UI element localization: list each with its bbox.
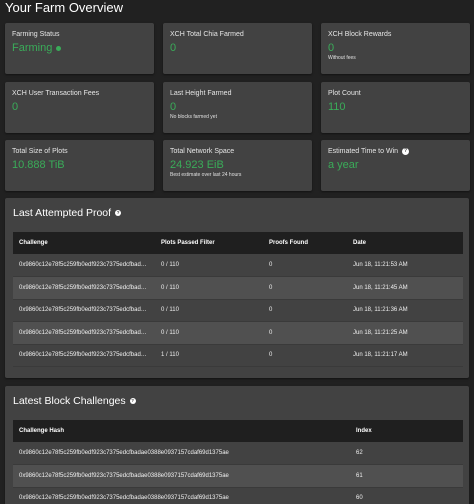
plots-passed-cell: 0 / 110	[155, 299, 263, 322]
help-icon[interactable]: ?	[402, 147, 410, 155]
proofs-found-cell: 0	[263, 344, 347, 367]
card-value: 0	[12, 101, 19, 113]
column-header-index[interactable]: Index	[350, 420, 463, 442]
card-label: Last Height Farmed	[170, 90, 232, 97]
card-label: XCH Total Chia Farmed	[170, 31, 244, 38]
card-label: Plot Count	[328, 90, 361, 97]
status-dot-icon	[56, 45, 62, 51]
proofs-found-cell: 0	[263, 321, 347, 345]
last-attempted-proof-section: Last Attempted Proof? Challenge Plots Pa…	[5, 198, 469, 378]
column-header-date[interactable]: Date	[347, 232, 463, 254]
farm-overview-page: Your Farm Overview Farming Status Farmin…	[0, 0, 474, 504]
help-icon[interactable]: ?	[129, 398, 136, 405]
date-cell: Jun 18, 11:21:45 AM	[347, 276, 463, 300]
challenge-cell: 0x9860c12e78f5c259fb0edf923c7375edcfbad…	[13, 321, 155, 345]
proofs-found-cell: 0	[263, 276, 347, 300]
farming-status-value: Farming	[12, 42, 53, 54]
card-last-height-farmed: Last Height Farmed 0 No blocks farmed ye…	[163, 82, 312, 133]
table-row: 0x9860c12e78f5c259fb0edf923c7375edcfbad……	[13, 276, 463, 300]
help-icon[interactable]: ?	[115, 210, 122, 217]
card-farming-status: Farming Status Farming	[5, 23, 154, 74]
card-label: Total Network Space	[170, 148, 235, 155]
challenge-cell: 0x9860c12e78f5c259fb0edf923c7375edcfbad…	[13, 299, 155, 322]
plots-passed-cell: 0 / 110	[155, 254, 263, 277]
card-value: 110	[328, 101, 346, 113]
card-estimated-time-to-win: Estimated Time to Win? a year	[321, 140, 470, 191]
proofs-found-cell: 0	[263, 254, 347, 277]
column-header-challenge[interactable]: Challenge	[13, 232, 155, 254]
challenge-cell: 0x9860c12e78f5c259fb0edf923c7375edcfbad…	[13, 344, 155, 367]
card-value: 24.923 EiB	[170, 159, 224, 171]
date-cell: Jun 18, 11:21:25 AM	[347, 321, 463, 345]
challenge-hash-cell: 0x9860c12e78f5c259fb0edf923c7375edcfbada…	[13, 464, 350, 488]
table-row: 0x9860c12e78f5c259fb0edf923c7375edcfbad……	[13, 344, 463, 367]
plots-passed-cell: 0 / 110	[155, 276, 263, 300]
card-block-rewards: XCH Block Rewards 0 Without fees	[321, 23, 470, 74]
challenge-hash-cell: 0x9860c12e78f5c259fb0edf923c7375edcfbada…	[13, 442, 350, 465]
plots-passed-cell: 1 / 110	[155, 344, 263, 367]
section-title-text: Last Attempted Proof	[13, 207, 112, 219]
card-subtitle: No blocks farmed yet	[170, 114, 217, 120]
page-title: Your Farm Overview	[5, 0, 123, 15]
card-total-network-space: Total Network Space 24.923 EiB Best esti…	[163, 140, 312, 191]
card-subtitle: Best estimate over last 24 hours	[170, 172, 242, 178]
challenge-cell: 0x9860c12e78f5c259fb0edf923c7375edcfbad…	[13, 254, 155, 277]
card-label: Farming Status	[12, 31, 60, 38]
date-cell: Jun 18, 11:21:17 AM	[347, 344, 463, 367]
card-subtitle: Without fees	[328, 55, 356, 61]
table-row: 0x9860c12e78f5c259fb0edf923c7375edcfbada…	[13, 442, 463, 465]
card-value: 0	[170, 101, 177, 113]
index-cell: 61	[350, 464, 463, 488]
column-header-challenge-hash[interactable]: Challenge Hash	[13, 420, 350, 442]
card-plot-count: Plot Count 110	[321, 82, 470, 133]
plots-passed-cell: 0 / 110	[155, 321, 263, 345]
card-value: 0	[328, 42, 335, 54]
section-title: Last Attempted Proof?	[13, 207, 122, 220]
card-label: Total Size of Plots	[12, 148, 68, 155]
card-user-fees: XCH User Transaction Fees 0	[5, 82, 154, 133]
card-label: XCH Block Rewards	[328, 31, 392, 38]
table-row: 0x9860c12e78f5c259fb0edf923c7375edcfbada…	[13, 487, 463, 504]
column-header-proofs-found[interactable]: Proofs Found	[263, 232, 347, 254]
card-total-size-of-plots: Total Size of Plots 10.888 TiB	[5, 140, 154, 191]
card-value-wrap: Farming	[12, 41, 147, 55]
table-row: 0x9860c12e78f5c259fb0edf923c7375edcfbad……	[13, 321, 463, 345]
table-row: 0x9860c12e78f5c259fb0edf923c7375edcfbad……	[13, 299, 463, 322]
table-row: 0x9860c12e78f5c259fb0edf923c7375edcfbada…	[13, 464, 463, 488]
section-title: Latest Block Challenges?	[13, 395, 136, 408]
column-header-plots-passed[interactable]: Plots Passed Filter	[155, 232, 263, 254]
card-label-text: Estimated Time to Win	[328, 148, 399, 155]
card-value: a year	[328, 159, 359, 171]
card-value: 10.888 TiB	[12, 159, 65, 171]
card-total-chia-farmed: XCH Total Chia Farmed 0	[163, 23, 312, 74]
section-title-text: Latest Block Challenges	[13, 395, 126, 407]
card-label: XCH User Transaction Fees	[12, 90, 100, 97]
index-cell: 60	[350, 487, 463, 504]
challenge-hash-cell: 0x9860c12e78f5c259fb0edf923c7375edcfbada…	[13, 487, 350, 504]
challenge-cell: 0x9860c12e78f5c259fb0edf923c7375edcfbad…	[13, 276, 155, 300]
table-row: 0x9860c12e78f5c259fb0edf923c7375edcfbad……	[13, 254, 463, 277]
latest-block-challenges-table: Challenge Hash Index 0x9860c12e78f5c259f…	[13, 420, 463, 504]
table-header-row: Challenge Hash Index	[13, 420, 463, 442]
card-label: Estimated Time to Win?	[328, 147, 463, 156]
last-attempted-proof-table: Challenge Plots Passed Filter Proofs Fou…	[13, 232, 463, 367]
date-cell: Jun 18, 11:21:36 AM	[347, 299, 463, 322]
table-header-row: Challenge Plots Passed Filter Proofs Fou…	[13, 232, 463, 254]
card-value: 0	[170, 42, 177, 54]
proofs-found-cell: 0	[263, 299, 347, 322]
latest-block-challenges-section: Latest Block Challenges? Challenge Hash …	[5, 386, 469, 504]
date-cell: Jun 18, 11:21:53 AM	[347, 254, 463, 277]
index-cell: 62	[350, 442, 463, 465]
